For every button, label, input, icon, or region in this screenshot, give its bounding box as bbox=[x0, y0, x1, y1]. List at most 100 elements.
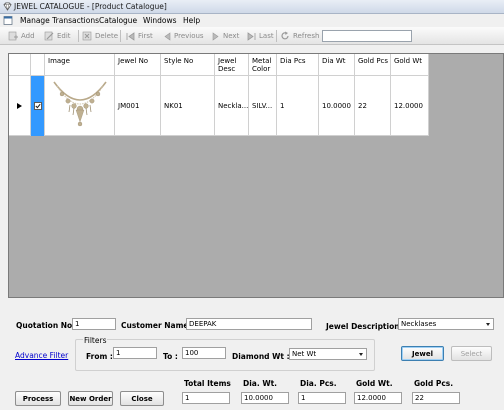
previous-label: Previous bbox=[174, 32, 204, 40]
grid-header-jewel-desc[interactable]: Jewel Desc bbox=[215, 54, 249, 76]
gold-wt-total-label: Gold Wt. bbox=[356, 379, 393, 388]
first-label: First bbox=[138, 32, 153, 40]
next-button[interactable]: Next bbox=[212, 30, 239, 42]
grid-corner bbox=[9, 54, 31, 76]
delete-label: Delete bbox=[95, 32, 118, 40]
last-button[interactable]: Last bbox=[247, 30, 274, 42]
menu-catalogue[interactable]: Catalogue bbox=[99, 16, 137, 25]
product-grid[interactable]: Image Jewel No Style No Jewel Desc Metal… bbox=[8, 53, 504, 298]
title-bar: JEWEL CATALOGUE - [Product Catalogue] bbox=[0, 0, 504, 14]
delete-icon bbox=[82, 31, 92, 41]
grid-header-style-no[interactable]: Style No bbox=[161, 54, 215, 76]
grid-header-metal-color[interactable]: Metal Color bbox=[249, 54, 277, 76]
diamond-wt-value: Net Wt bbox=[292, 350, 317, 358]
gold-pcs-total-label: Gold Pcs. bbox=[414, 379, 454, 388]
select-button[interactable]: Select bbox=[451, 346, 492, 361]
quotation-no-label: Quotation No : bbox=[16, 321, 78, 330]
to-label: To : bbox=[163, 352, 178, 361]
grid-select-header[interactable] bbox=[31, 54, 45, 76]
gold-wt-total-value: 12.0000 bbox=[354, 392, 402, 404]
filters-label: Filters bbox=[83, 336, 108, 345]
refresh-icon bbox=[281, 31, 289, 40]
row-metal-color[interactable]: SILV... bbox=[249, 76, 277, 136]
next-icon bbox=[212, 31, 219, 41]
refresh-button[interactable]: Refresh bbox=[280, 30, 319, 42]
toolbar: Add Edit Delete First Previous Next Last… bbox=[0, 27, 504, 45]
to-input[interactable]: 100 bbox=[182, 347, 226, 359]
grid-header: Image Jewel No Style No Jewel Desc Metal… bbox=[9, 54, 429, 76]
previous-icon bbox=[164, 31, 171, 41]
grid-header-gold-pcs[interactable]: Gold Pcs bbox=[355, 54, 391, 76]
advance-filter-link[interactable]: Advance Filter bbox=[15, 351, 68, 360]
total-items-value: 1 bbox=[182, 392, 230, 404]
current-row-icon bbox=[17, 102, 22, 109]
menu-manage-transactions[interactable]: Manage Transactions bbox=[20, 16, 99, 25]
first-button[interactable]: First bbox=[126, 30, 153, 42]
chevron-down-icon bbox=[486, 323, 490, 326]
dia-wt-total-label: Dia. Wt. bbox=[243, 379, 278, 388]
row-jewel-no[interactable]: JM001 bbox=[115, 76, 161, 136]
row-checkbox[interactable] bbox=[33, 102, 42, 110]
delete-button[interactable]: Delete bbox=[82, 30, 118, 42]
dia-pcs-total-value: 1 bbox=[298, 392, 346, 404]
row-gold-wt[interactable]: 12.0000 bbox=[391, 76, 429, 136]
necklace-image bbox=[52, 81, 107, 126]
from-label: From : bbox=[86, 352, 113, 361]
menu-help[interactable]: Help bbox=[183, 16, 200, 25]
toolbar-separator bbox=[78, 30, 79, 42]
jewel-button[interactable]: Jewel bbox=[401, 346, 444, 361]
grid-header-image[interactable]: Image bbox=[45, 54, 115, 76]
jewel-description-select[interactable]: Necklases bbox=[398, 318, 494, 330]
add-label: Add bbox=[21, 32, 35, 40]
row-header[interactable] bbox=[9, 76, 31, 136]
jewel-description-label: Jewel Description : bbox=[326, 322, 406, 331]
toolbar-separator bbox=[276, 30, 277, 42]
search-form: Quotation No : 1 Customer Name : DEEPAK … bbox=[0, 300, 504, 410]
row-dia-pcs[interactable]: 1 bbox=[277, 76, 319, 136]
document-icon[interactable] bbox=[3, 16, 13, 25]
edit-button[interactable]: Edit bbox=[44, 30, 71, 42]
new-order-button[interactable]: New Order bbox=[68, 391, 113, 406]
row-image-cell[interactable] bbox=[45, 76, 115, 136]
diamond-wt-label: Diamond Wt : bbox=[232, 352, 290, 361]
quotation-no-input[interactable]: 1 bbox=[72, 318, 116, 330]
dia-pcs-total-label: Dia. Pcs. bbox=[300, 379, 337, 388]
checkmark-icon bbox=[34, 103, 41, 109]
customer-name-input[interactable]: DEEPAK bbox=[186, 318, 312, 330]
menu-bar: Manage Transactions Catalogue Windows He… bbox=[0, 14, 504, 27]
from-input[interactable]: 1 bbox=[113, 347, 157, 359]
jewel-description-value: Necklases bbox=[401, 320, 437, 328]
last-label: Last bbox=[259, 32, 274, 40]
dia-wt-total-value: 10.0000 bbox=[241, 392, 289, 404]
row-gold-pcs[interactable]: 22 bbox=[355, 76, 391, 136]
edit-icon bbox=[44, 31, 54, 41]
chevron-down-icon bbox=[359, 353, 363, 356]
previous-button[interactable]: Previous bbox=[163, 30, 204, 42]
process-button[interactable]: Process bbox=[15, 391, 61, 406]
grid-header-dia-pcs[interactable]: Dia Pcs bbox=[277, 54, 319, 76]
toolbar-search-input[interactable] bbox=[322, 30, 412, 42]
grid-header-dia-wt[interactable]: Dia Wt bbox=[319, 54, 355, 76]
gold-pcs-total-value: 22 bbox=[412, 392, 460, 404]
last-icon bbox=[247, 31, 256, 41]
next-label: Next bbox=[223, 32, 240, 40]
row-style-no[interactable]: NK01 bbox=[161, 76, 215, 136]
toolbar-separator bbox=[120, 30, 121, 42]
first-icon bbox=[126, 31, 135, 41]
close-button[interactable]: Close bbox=[120, 391, 164, 406]
edit-label: Edit bbox=[57, 32, 71, 40]
grid-header-jewel-no[interactable]: Jewel No bbox=[115, 54, 161, 76]
row-select-cell[interactable] bbox=[31, 76, 45, 136]
diamond-icon bbox=[3, 2, 12, 11]
grid-header-gold-wt[interactable]: Gold Wt bbox=[391, 54, 429, 76]
table-row[interactable]: JM001 NK01 Neckla... SILV... 1 10.0000 2… bbox=[9, 76, 429, 136]
menu-windows[interactable]: Windows bbox=[143, 16, 176, 25]
refresh-label: Refresh bbox=[293, 32, 320, 40]
row-dia-wt[interactable]: 10.0000 bbox=[319, 76, 355, 136]
diamond-wt-select[interactable]: Net Wt bbox=[289, 348, 367, 360]
window-title: JEWEL CATALOGUE - [Product Catalogue] bbox=[14, 2, 167, 11]
add-button[interactable]: Add bbox=[8, 30, 35, 42]
total-items-label: Total Items bbox=[184, 379, 231, 388]
row-jewel-desc[interactable]: Neckla... bbox=[215, 76, 249, 136]
add-icon bbox=[8, 31, 18, 41]
